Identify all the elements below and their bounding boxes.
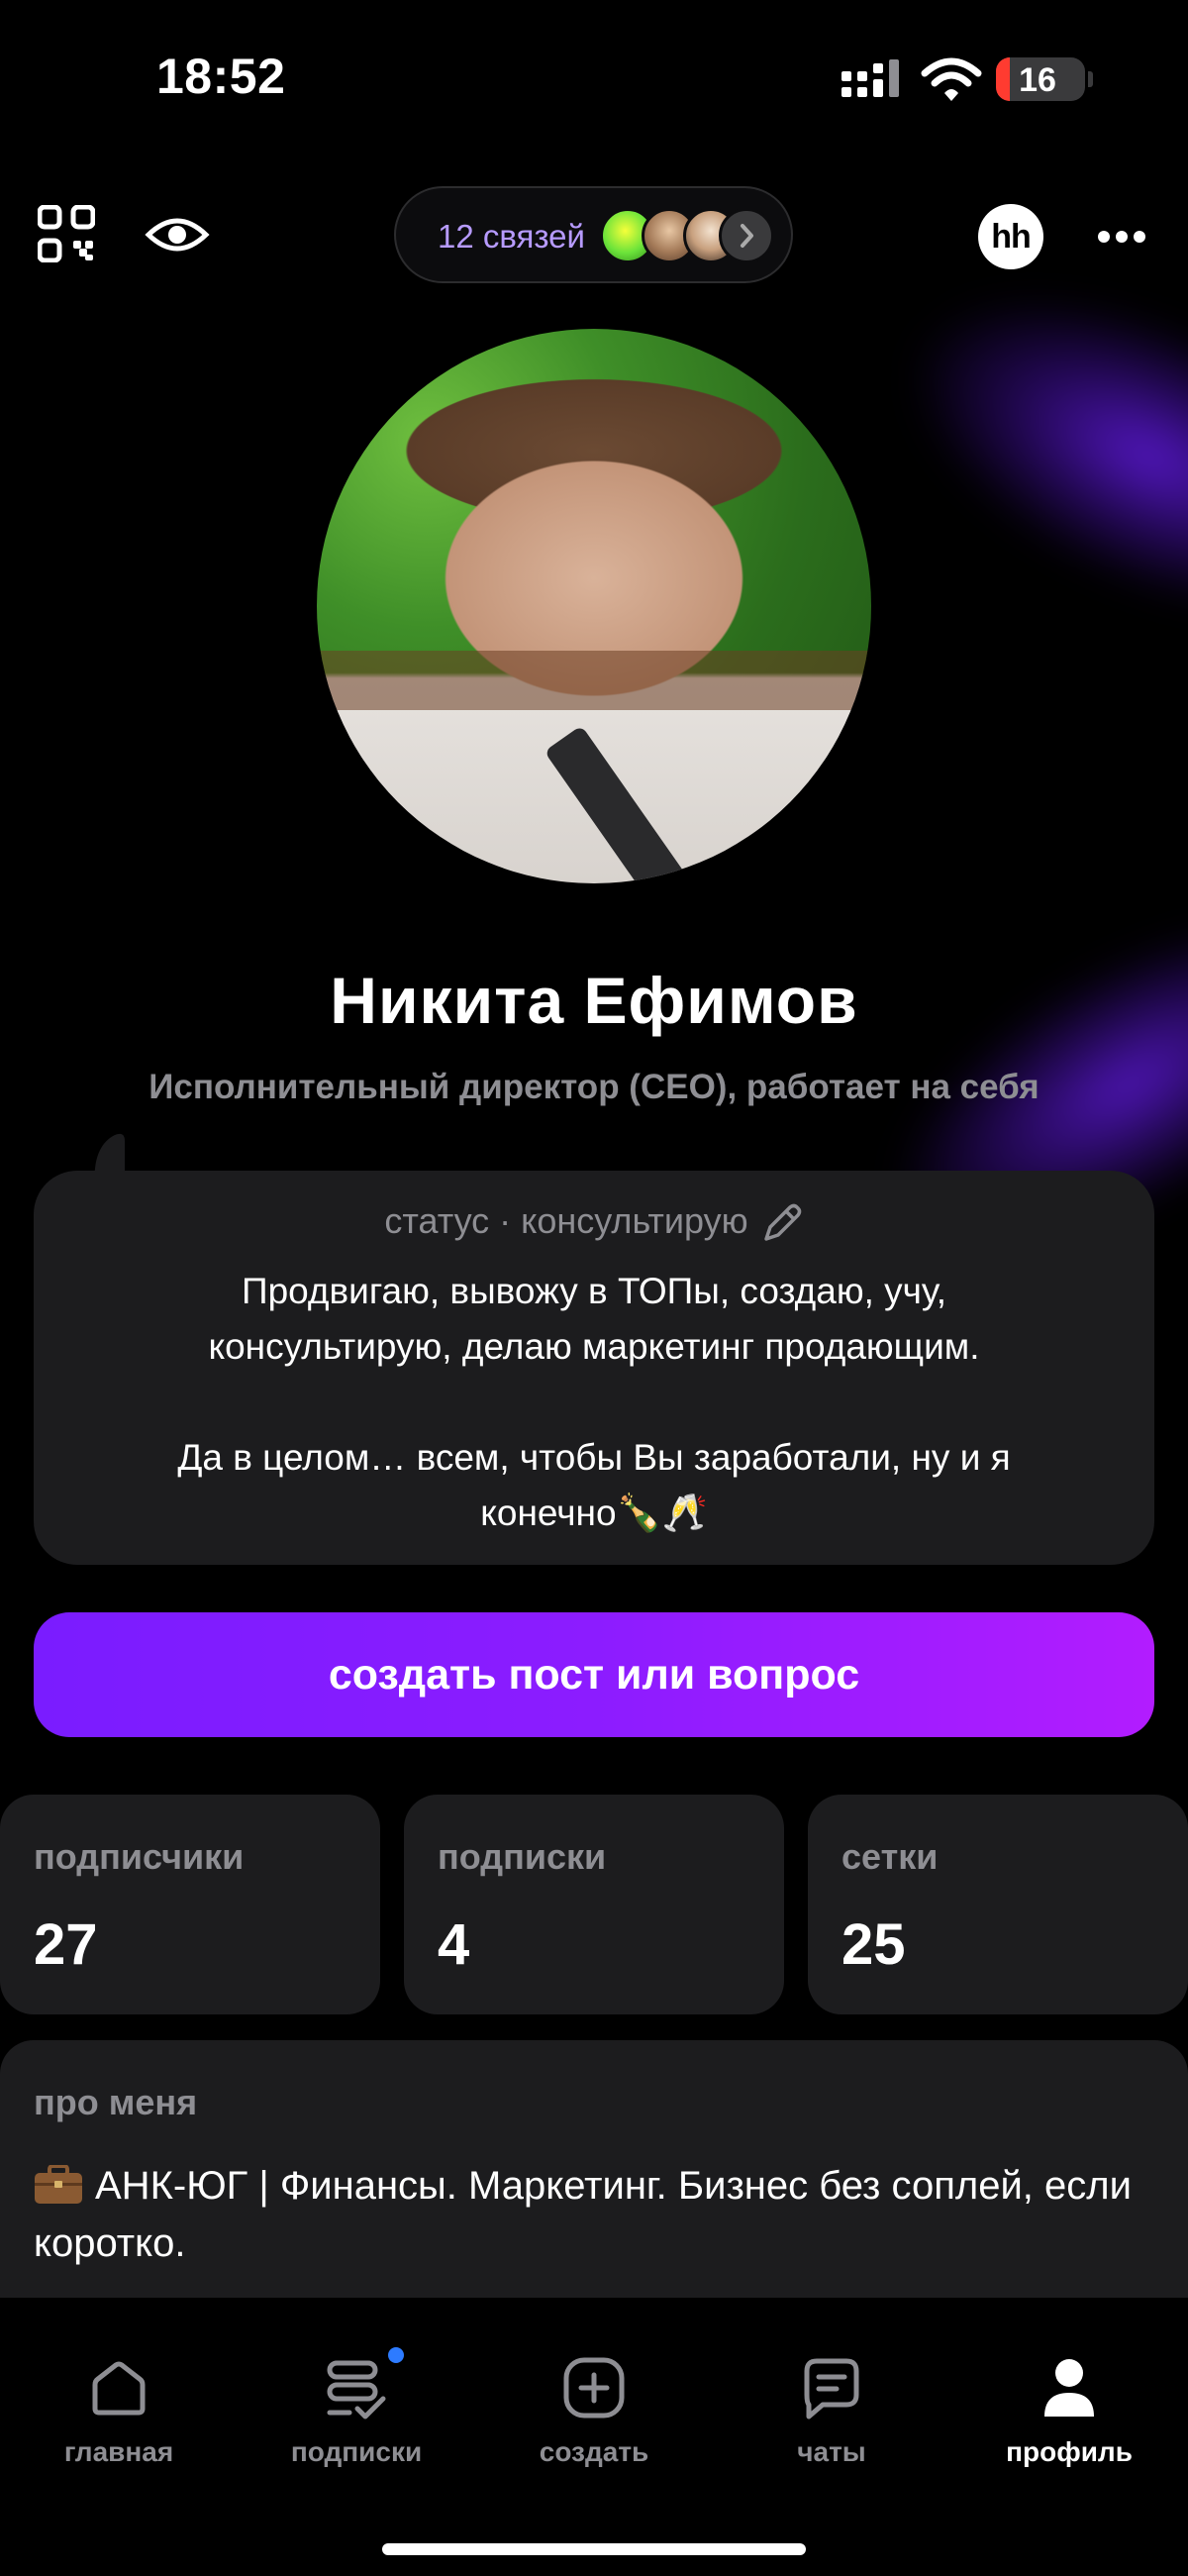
profile-avatar[interactable] — [317, 329, 871, 883]
subscriptions-icon — [327, 2360, 386, 2420]
eye-icon[interactable] — [145, 213, 210, 257]
cellular-signal-icon — [842, 59, 899, 97]
stat-value: 4 — [438, 1912, 470, 1977]
tab-label: главная — [63, 2436, 174, 2467]
chat-icon — [804, 2358, 859, 2420]
tab-label: чаты — [797, 2436, 866, 2467]
status-text: Продвигаю, вывожу в ТОПы, создаю, учу, к… — [79, 1264, 1109, 1541]
stat-value: 25 — [842, 1912, 906, 1977]
home-icon — [92, 2361, 146, 2416]
status-text-line: конечно🍾🥂 — [480, 1493, 708, 1533]
stat-following[interactable]: подписки 4 — [404, 1795, 784, 2014]
profile-name: Никита Ефимов — [330, 964, 858, 1037]
pencil-icon[interactable] — [760, 1201, 804, 1245]
stat-followers[interactable]: подписчики 27 — [0, 1795, 380, 2014]
about-text: АНК-ЮГ | Финансы. Маркетинг. Бизнес без … — [34, 2164, 1132, 2265]
tab-home[interactable]: главная — [0, 2355, 238, 2468]
status-text-line: Да в целом… всем, чтобы Вы заработали, н… — [177, 1437, 1011, 1478]
tab-profile[interactable]: профиль — [950, 2355, 1188, 2468]
battery-tip — [1088, 71, 1093, 87]
about-text-block: АНК-ЮГ | Финансы. Маркетинг. Бизнес без … — [34, 2157, 1142, 2272]
battery-percent: 16 — [1019, 61, 1056, 99]
stat-label: подписчики — [34, 1836, 245, 1877]
connections-label: 12 связей — [438, 218, 585, 255]
tab-label: подписки — [290, 2436, 423, 2467]
battery-indicator: 16 — [996, 57, 1093, 101]
create-post-button[interactable]: создать пост или вопрос — [34, 1612, 1154, 1737]
tab-label: профиль — [1006, 2436, 1133, 2467]
stat-label: подписки — [438, 1836, 607, 1877]
status-text-line: Продвигаю, вывожу в ТОПы, создаю, учу, — [242, 1271, 946, 1311]
stat-value: 27 — [34, 1912, 98, 1977]
hh-logo-button[interactable]: hh — [978, 204, 1043, 269]
status-header[interactable]: статус · консультирую — [0, 1200, 1188, 1245]
chevron-right-icon — [719, 208, 774, 263]
tab-create[interactable]: создать — [475, 2355, 713, 2468]
background-glow — [860, 230, 1188, 681]
plus-square-icon — [563, 2357, 625, 2419]
home-indicator — [382, 2543, 806, 2555]
stat-label: сетки — [842, 1836, 939, 1877]
status-text-line: консультирую, делаю маркетинг продающим. — [208, 1326, 980, 1367]
status-time: 18:52 — [156, 49, 286, 104]
tab-chats[interactable]: чаты — [713, 2355, 950, 2468]
tab-label: создать — [539, 2436, 649, 2467]
person-icon — [1044, 2359, 1094, 2417]
tab-subscriptions[interactable]: подписки — [238, 2347, 475, 2468]
stat-networks[interactable]: сетки 25 — [808, 1795, 1188, 2014]
about-title: про меня — [34, 2082, 198, 2122]
avatar-strap — [544, 725, 730, 883]
notification-dot — [388, 2347, 404, 2363]
status-header-label: статус · консультирую — [384, 1200, 748, 1241]
wifi-icon — [921, 57, 982, 101]
connections-button[interactable]: 12 связей — [394, 186, 793, 283]
briefcase-icon — [34, 2163, 83, 2204]
avatar-bench — [317, 651, 871, 710]
more-options-icon[interactable] — [1097, 230, 1146, 244]
qr-code-icon[interactable] — [38, 205, 95, 262]
profile-job: Исполнительный директор (CEO), работает … — [148, 1068, 1040, 1106]
